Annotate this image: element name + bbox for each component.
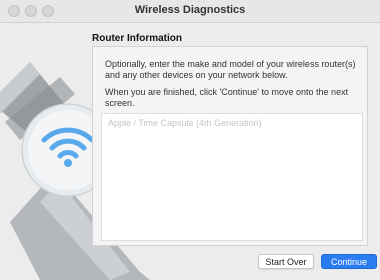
start-over-button[interactable]: Start Over bbox=[258, 254, 314, 269]
section-title: Router Information bbox=[92, 33, 182, 44]
router-model-input[interactable]: Apple / Time Capsule (4th Generation) bbox=[101, 113, 363, 241]
title-bar[interactable]: Wireless Diagnostics bbox=[0, 0, 380, 23]
instruction-text-2: When you are finished, click 'Continue' … bbox=[105, 87, 349, 108]
wireless-diagnostics-window: Wireless Diagnostics Router Information … bbox=[0, 0, 380, 280]
router-model-placeholder: Apple / Time Capsule (4th Generation) bbox=[108, 118, 262, 128]
continue-button[interactable]: Continue bbox=[321, 254, 377, 269]
wifi-dot bbox=[64, 159, 72, 167]
instruction-text-1: Optionally, enter the make and model of … bbox=[105, 59, 356, 80]
router-info-panel: Optionally, enter the make and model of … bbox=[92, 46, 368, 246]
window-title: Wireless Diagnostics bbox=[134, 4, 246, 16]
